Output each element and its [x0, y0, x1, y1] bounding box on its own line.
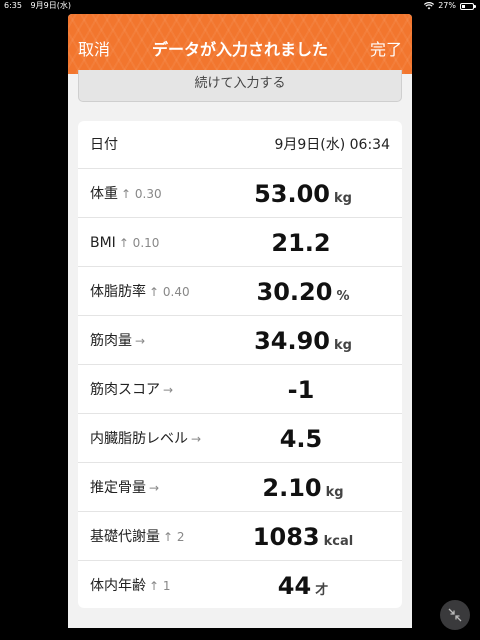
change-indicator: ↑ 1	[149, 579, 171, 593]
change-indicator: ↑ 0.30	[121, 187, 162, 201]
metric-value: 30.20	[256, 278, 333, 306]
result-row-body-age: 体内年齢 ↑ 1 44 才	[78, 562, 402, 608]
change-indicator: →	[135, 334, 146, 348]
change-indicator: →	[163, 383, 174, 397]
change-indicator: ↑ 2	[163, 530, 185, 544]
result-row-weight: 体重 ↑ 0.30 53.00 kg	[78, 170, 402, 218]
metric-label: 基礎代謝量 ↑ 2	[90, 529, 185, 545]
battery-icon	[460, 2, 476, 10]
change-indicator: ↑ 0.40	[149, 285, 190, 299]
status-time: 6:35	[4, 1, 22, 10]
metric-value: 53.00	[254, 180, 330, 208]
metric-unit: kg	[325, 485, 344, 500]
result-row-bmi: BMI ↑ 0.10 21.2	[78, 219, 402, 267]
metric-unit: %	[336, 289, 350, 304]
metric-value: -1	[287, 376, 315, 404]
metric-unit: kcal	[323, 534, 354, 549]
done-button[interactable]: 完了	[370, 36, 402, 60]
result-row-bone-mass: 推定骨量 → 2.10 kg	[78, 464, 402, 512]
result-row-muscle-mass: 筋肉量 → 34.90 kg	[78, 317, 402, 365]
metric-label: 筋肉スコア →	[90, 382, 174, 398]
modal-title: データが入力されました	[151, 40, 328, 59]
metric-unit: kg	[333, 338, 352, 353]
continue-input-button[interactable]: 続けて入力する	[78, 70, 402, 102]
modal-header: 取消 データが入力されました 完了	[68, 14, 412, 74]
change-indicator: ↑ 0.10	[118, 236, 160, 250]
wifi-icon	[424, 2, 435, 10]
metric-label: 体脂肪率 ↑ 0.40	[90, 284, 190, 300]
battery-percent: 27%	[438, 1, 456, 10]
change-indicator: →	[191, 432, 202, 446]
date-label: 日付	[90, 137, 118, 153]
result-row-body-fat: 体脂肪率 ↑ 0.40 30.20%	[78, 268, 402, 316]
metric-label: 内臓脂肪レベル →	[90, 431, 202, 447]
metric-value: 21.2	[271, 229, 331, 257]
date-row: 日付 9月9日(水) 06:34	[78, 121, 402, 169]
metric-label: 体重 ↑ 0.30	[90, 186, 162, 202]
change-indicator: →	[149, 481, 160, 495]
metric-label: BMI ↑ 0.10	[90, 235, 160, 251]
collapse-button[interactable]	[440, 600, 470, 630]
metric-unit: kg	[333, 191, 352, 206]
metric-value: 4.5	[279, 425, 323, 453]
metric-label: 筋肉量 →	[90, 333, 146, 349]
metric-unit: 才	[315, 583, 329, 598]
metric-label: 推定骨量 →	[90, 480, 160, 496]
result-row-muscle-score: 筋肉スコア → -1	[78, 366, 402, 414]
metric-value: 34.90	[254, 327, 330, 355]
metric-value: 44	[277, 572, 312, 600]
result-row-visceral-fat: 内臓脂肪レベル → 4.5	[78, 415, 402, 463]
status-bar: 6:35 9月9日(水) 27%	[0, 0, 480, 12]
collapse-arrows-icon	[448, 608, 462, 622]
result-modal: 取消 データが入力されました 完了 続けて入力する 日付 9月9日(水) 06:…	[68, 14, 412, 628]
date-value: 9月9日(水) 06:34	[274, 137, 390, 153]
status-date: 9月9日(水)	[30, 1, 71, 10]
metric-value: 1083	[252, 523, 320, 551]
result-row-bmr: 基礎代謝量 ↑ 2 1083 kcal	[78, 513, 402, 561]
metric-label: 体内年齢 ↑ 1	[90, 578, 171, 594]
metric-value: 2.10	[262, 474, 322, 502]
results-card: 日付 9月9日(水) 06:34 体重 ↑ 0.30 53.00 kg BMI ↑ 0…	[78, 121, 402, 608]
